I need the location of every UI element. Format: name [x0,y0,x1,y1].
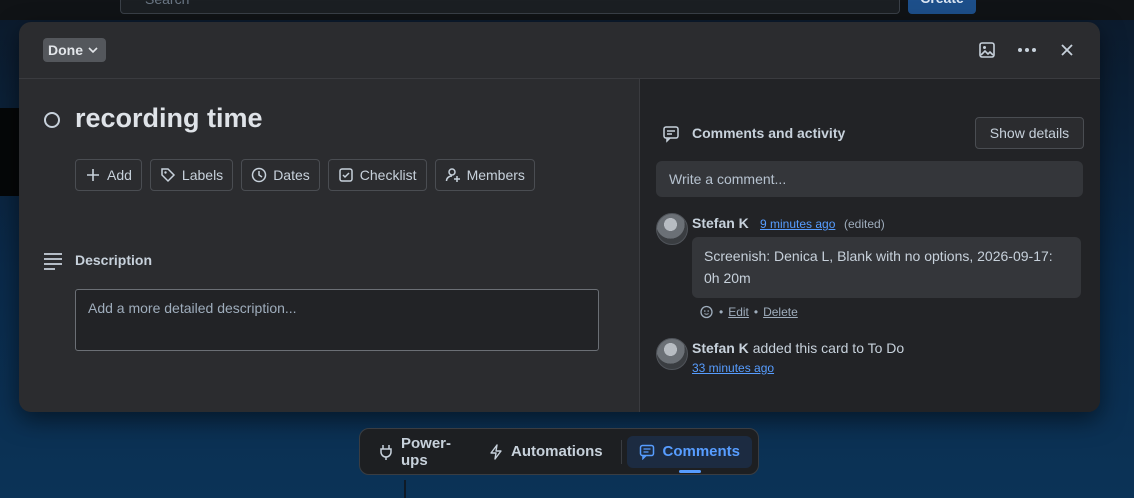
create-button[interactable]: Create [908,0,976,14]
clock-icon [251,167,267,183]
description-icon [43,252,63,270]
checkbox-icon [338,167,354,183]
power-ups-button[interactable]: Power-ups [366,434,472,469]
dates-button[interactable]: Dates [241,159,320,191]
chevron-down-icon [86,43,100,57]
event-timestamp[interactable]: 33 minutes ago [692,361,774,375]
plug-icon [378,444,394,460]
board-dock: Power-ups Automations Comments [359,428,759,475]
complete-toggle[interactable] [44,112,60,128]
card-details: recording time Add Labels Dates Checklis… [19,79,639,412]
card-modal: Done recording time Add Labels Dates Che… [19,22,1100,412]
comment-timestamp[interactable]: 9 minutes ago [760,217,835,231]
avatar[interactable] [656,338,688,370]
separator-dot: • [753,305,759,319]
card-title[interactable]: recording time [75,103,263,134]
comment-author[interactable]: Stefan K [692,215,749,231]
dock-divider [620,439,622,464]
labels-button-label: Labels [181,167,224,183]
description-heading: Description [75,252,153,268]
cover-image-icon[interactable] [976,39,998,61]
labels-button[interactable]: Labels [149,159,234,191]
board-divider [404,480,406,498]
comment-edited-badge: (edited) [844,217,885,231]
comment-input[interactable]: Write a comment... [656,161,1083,197]
edit-comment-link[interactable]: Edit [728,305,749,319]
search-input[interactable]: Search [120,0,900,14]
card-actions: Add Labels Dates Checklist Members [75,159,535,191]
power-ups-label: Power-ups [401,434,452,469]
board-strip [0,108,20,196]
comment-actions: • Edit • Delete [700,305,798,319]
comment-text: Screenish: Denica L, Blank with no optio… [692,237,1081,298]
comments-button[interactable]: Comments [627,435,752,473]
avatar[interactable] [656,213,688,245]
members-button-label: Members [466,167,525,183]
more-options-icon[interactable] [1016,39,1038,61]
dates-button-label: Dates [273,167,310,183]
add-member-icon [445,167,461,183]
members-button[interactable]: Members [434,159,535,191]
lightning-icon [488,443,504,460]
plus-icon [85,167,101,183]
comment-icon [639,444,655,460]
reaction-icon[interactable] [700,305,714,319]
automations-button[interactable]: Automations [476,436,615,468]
tag-icon [160,167,176,183]
close-icon[interactable] [1056,39,1078,61]
separator-dot: • [719,305,724,319]
delete-comment-link[interactable]: Delete [763,305,798,319]
automations-label: Automations [510,443,603,460]
add-button-label: Add [107,167,132,183]
checklist-button[interactable]: Checklist [327,159,427,191]
status-label: Done [48,42,83,58]
comments-label: Comments [662,443,740,460]
modal-header: Done [19,22,1100,79]
activity-panel: Comments and activity Show details Write… [639,79,1100,412]
activity-event: Stefan K added this card to To Do [692,340,904,356]
event-text: added this card to To Do [752,340,905,356]
checklist-button-label: Checklist [359,167,417,183]
status-dropdown[interactable]: Done [43,38,106,62]
description-input[interactable]: Add a more detailed description... [75,289,599,351]
event-author[interactable]: Stefan K [692,340,749,356]
comment-icon [662,125,680,143]
add-button[interactable]: Add [75,159,142,191]
show-details-button[interactable]: Show details [975,117,1084,149]
activity-title: Comments and activity [692,125,846,141]
